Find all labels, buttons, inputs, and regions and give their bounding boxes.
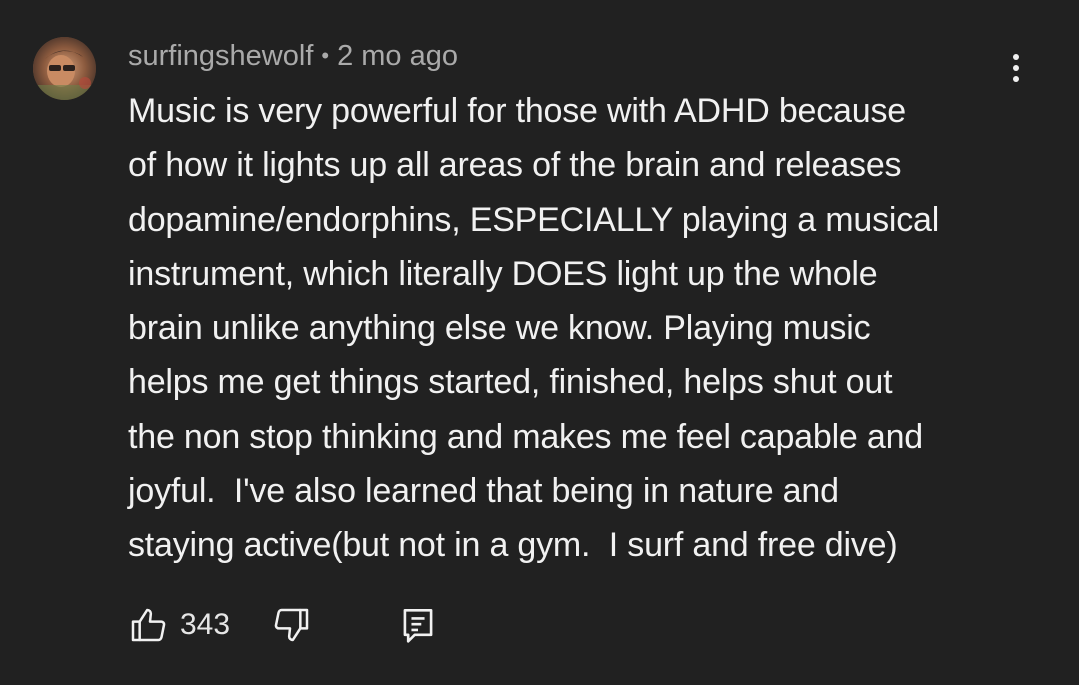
comment-card: surfingshewolf • 2 mo ago Music is very … [0,0,1079,685]
more-vertical-icon [1013,54,1019,60]
like-count: 343 [180,608,231,641]
reply-button[interactable] [400,605,436,645]
author-name[interactable]: surfingshewolf [128,40,313,73]
thumbs-up-icon [131,608,166,642]
reply-comment-icon [403,608,433,643]
more-vertical-icon-dot [1013,65,1019,71]
comment-text: Music is very powerful for those with AD… [128,92,940,565]
more-actions-button[interactable] [998,48,1034,88]
more-vertical-icon-dot [1013,76,1019,82]
avatar-image [33,37,96,100]
meta-separator: • [321,43,330,68]
dislike-button[interactable] [272,605,312,645]
thumbs-down-icon [274,608,309,642]
comment-meta: surfingshewolf • 2 mo ago [128,38,458,74]
avatar[interactable] [33,37,96,100]
comment-timestamp[interactable]: 2 mo ago [337,40,458,73]
comment-actions: 343 [128,600,436,650]
like-button[interactable]: 343 [128,605,230,645]
